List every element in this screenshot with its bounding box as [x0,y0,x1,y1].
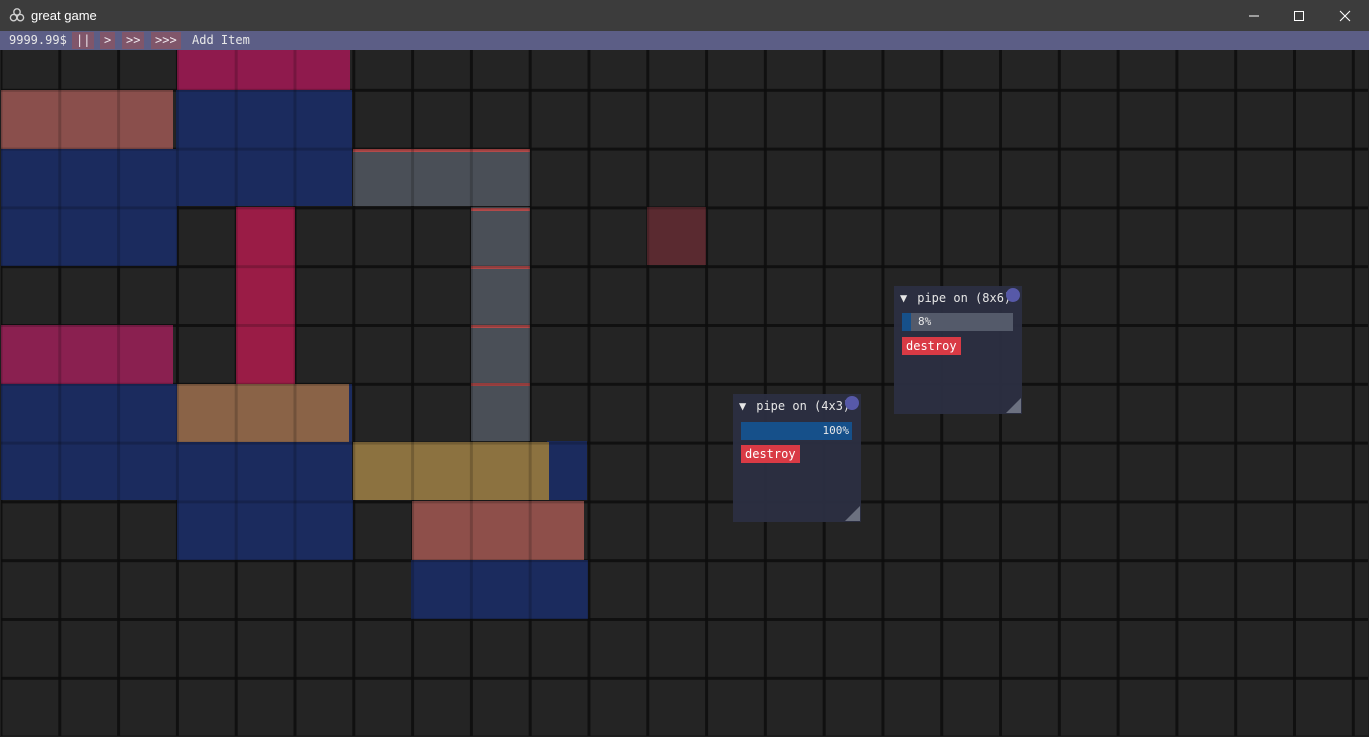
grid-tile[interactable] [1,90,173,149]
grid-tile[interactable] [411,560,588,619]
grid-tile[interactable] [236,207,295,384]
pipe-panel-8x6[interactable]: ▼ pipe on (8x6) 8% destroy [894,286,1022,414]
panel-title: pipe on (8x6) [917,291,1012,305]
biohazard-icon [9,8,25,22]
pause-button[interactable]: || [72,32,95,49]
grid-tile[interactable] [1,325,173,384]
window-titlebar: great game [0,0,1369,31]
grid-tile[interactable] [353,442,549,500]
add-item-menu[interactable]: Add Item [192,33,250,47]
close-button[interactable] [1322,0,1368,31]
grid-tile[interactable] [1,206,177,266]
pipe-segment[interactable] [471,207,530,441]
grid-tile[interactable] [177,50,350,90]
speed-2-button[interactable]: >> [122,32,145,49]
panel-header[interactable]: ▼ pipe on (4x3) [739,398,850,414]
speed-3-button[interactable]: >>> [151,32,181,49]
money-display: 9999.99$ [9,33,67,47]
minimize-icon [1249,15,1259,16]
speed-1-button[interactable]: > [100,32,116,49]
grid-tile[interactable] [177,384,349,442]
window-title: great game [31,8,97,23]
close-icon [1339,10,1351,21]
panel-close-button[interactable] [845,396,859,410]
panel-close-button[interactable] [1006,288,1020,302]
destroy-button[interactable]: destroy [902,337,961,355]
grid-tile[interactable] [1,149,352,206]
progress-text: 8% [918,315,932,328]
pipe-segment[interactable] [353,150,530,206]
menu-bar: 9999.99$ || > >> >>> Add Item [0,31,1369,50]
grid-tile[interactable] [177,500,353,560]
progress-bar: 100% [741,422,852,440]
resize-grip-icon[interactable] [845,506,860,521]
minimize-button[interactable] [1231,0,1277,31]
collapse-arrow-icon[interactable]: ▼ [739,398,749,414]
panel-title: pipe on (4x3) [756,399,851,413]
grid-tile[interactable] [412,501,584,560]
maximize-icon [1294,10,1304,21]
panel-header[interactable]: ▼ pipe on (8x6) [900,290,1011,306]
collapse-arrow-icon[interactable]: ▼ [900,290,910,306]
maximize-button[interactable] [1276,0,1322,31]
destroy-button[interactable]: destroy [741,445,800,463]
grid-tile[interactable] [647,207,706,265]
grid-tile[interactable] [547,441,587,500]
progress-text: 100% [822,424,850,437]
resize-grip-icon[interactable] [1006,398,1021,413]
pipe-panel-4x3[interactable]: ▼ pipe on (4x3) 100% destroy [733,394,861,522]
progress-bar: 8% [902,313,1013,331]
game-grid[interactable] [1,50,1368,736]
